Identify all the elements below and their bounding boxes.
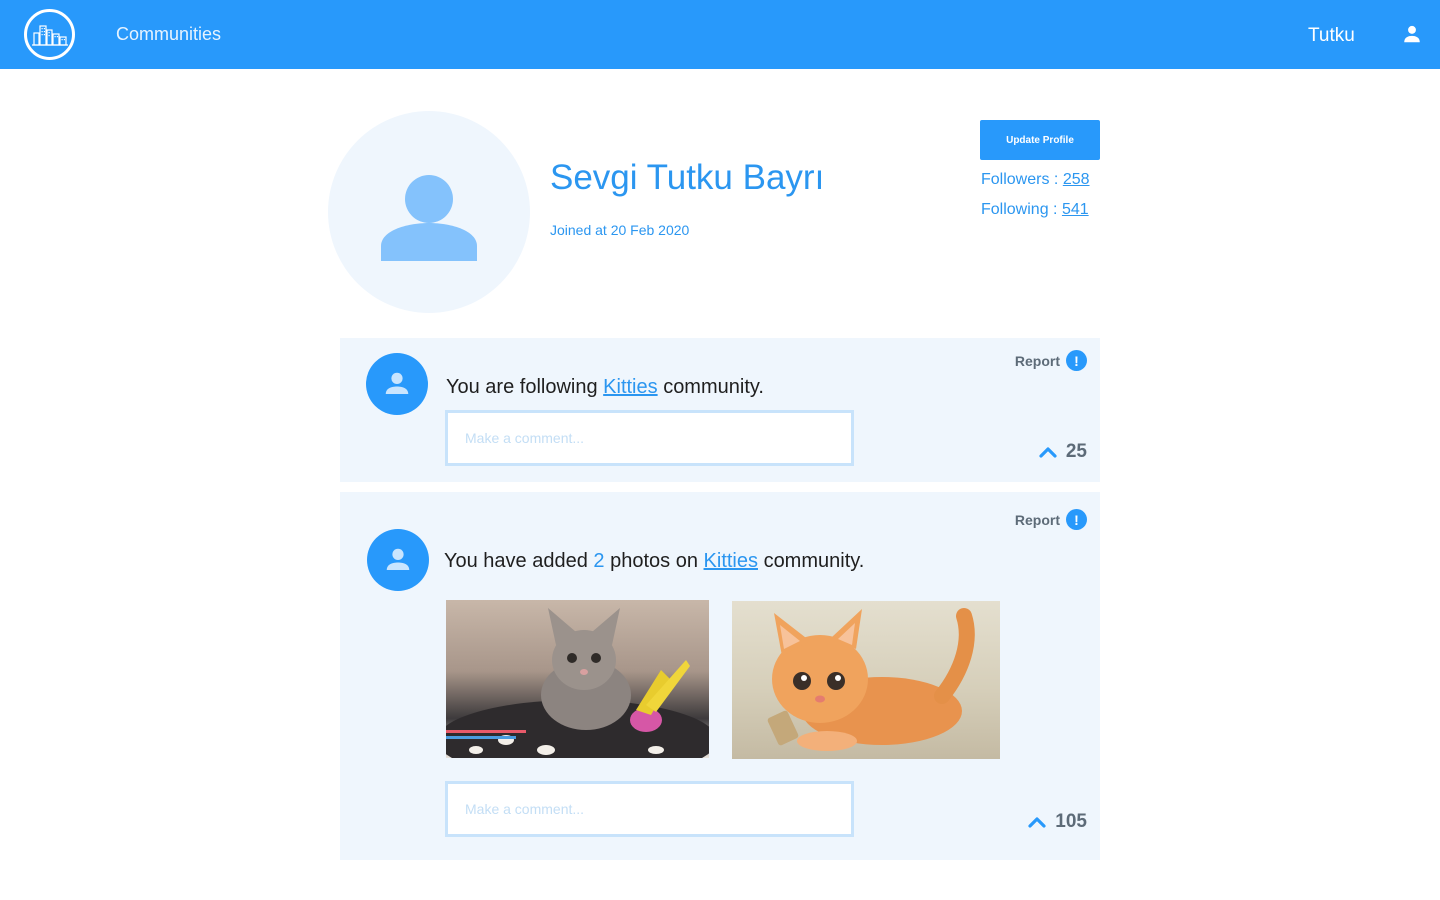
activity-text-after: community. [763,550,865,572]
joined-date: Joined at 20 Feb 2020 [550,222,690,238]
chevron-up-icon[interactable] [1039,445,1057,459]
nav-username[interactable]: Tutku [1308,25,1355,47]
comment-input[interactable] [445,781,854,837]
person-icon [386,548,410,570]
orange-kitten-photo[interactable] [732,601,1000,759]
tabby-kitten-photo[interactable] [446,600,709,758]
activity-text: You have added 2 photos on Kitties commu… [444,550,864,573]
following-count-link[interactable]: 541 [1062,201,1089,218]
report-button[interactable]: Report ! [1015,509,1087,530]
report-button[interactable]: Report ! [1015,350,1087,371]
community-link[interactable]: Kitties [603,376,657,398]
person-icon [381,175,477,261]
chevron-up-icon[interactable] [1028,815,1046,829]
followers-stat: Followers : 258 [981,171,1090,189]
activity-text-before: You are following [446,376,598,398]
top-navigation-bar: Communities Tutku [0,0,1440,69]
activity-text-after: community. [663,376,764,398]
comment-input[interactable] [445,410,854,466]
community-link[interactable]: Kitties [704,550,758,572]
upvote-widget: 105 [1028,811,1087,833]
app-logo[interactable] [24,9,75,60]
user-avatar [367,529,429,591]
followers-label: Followers : [981,171,1059,188]
profile-avatar [328,111,530,313]
followers-count-link[interactable]: 258 [1063,171,1090,188]
activity-card: Report ! You have added 2 photos on Kitt… [340,492,1100,860]
activity-text-middle: photos on [610,550,698,572]
activity-text: You are following Kitties community. [446,376,764,399]
photo-count: 2 [593,550,605,572]
vote-count: 25 [1065,441,1087,462]
city-buildings-icon [31,24,68,46]
person-icon [385,372,409,394]
following-label: Following : [981,201,1058,218]
exclamation-icon: ! [1066,350,1087,371]
exclamation-icon: ! [1066,509,1087,530]
activity-card: Report ! You are following Kitties commu… [340,338,1100,482]
report-label: Report [1014,511,1060,528]
update-profile-button[interactable]: Update Profile [980,120,1100,160]
following-stat: Following : 541 [981,201,1089,219]
report-label: Report [1014,352,1060,369]
profile-name: Sevgi Tutku Bayrı [550,158,825,197]
activity-text-before: You have added [444,550,588,572]
nav-communities-link[interactable]: Communities [116,24,221,45]
person-icon[interactable] [1401,23,1423,45]
user-avatar [366,353,428,415]
upvote-widget: 25 [1039,441,1087,463]
vote-count: 105 [1055,811,1087,832]
